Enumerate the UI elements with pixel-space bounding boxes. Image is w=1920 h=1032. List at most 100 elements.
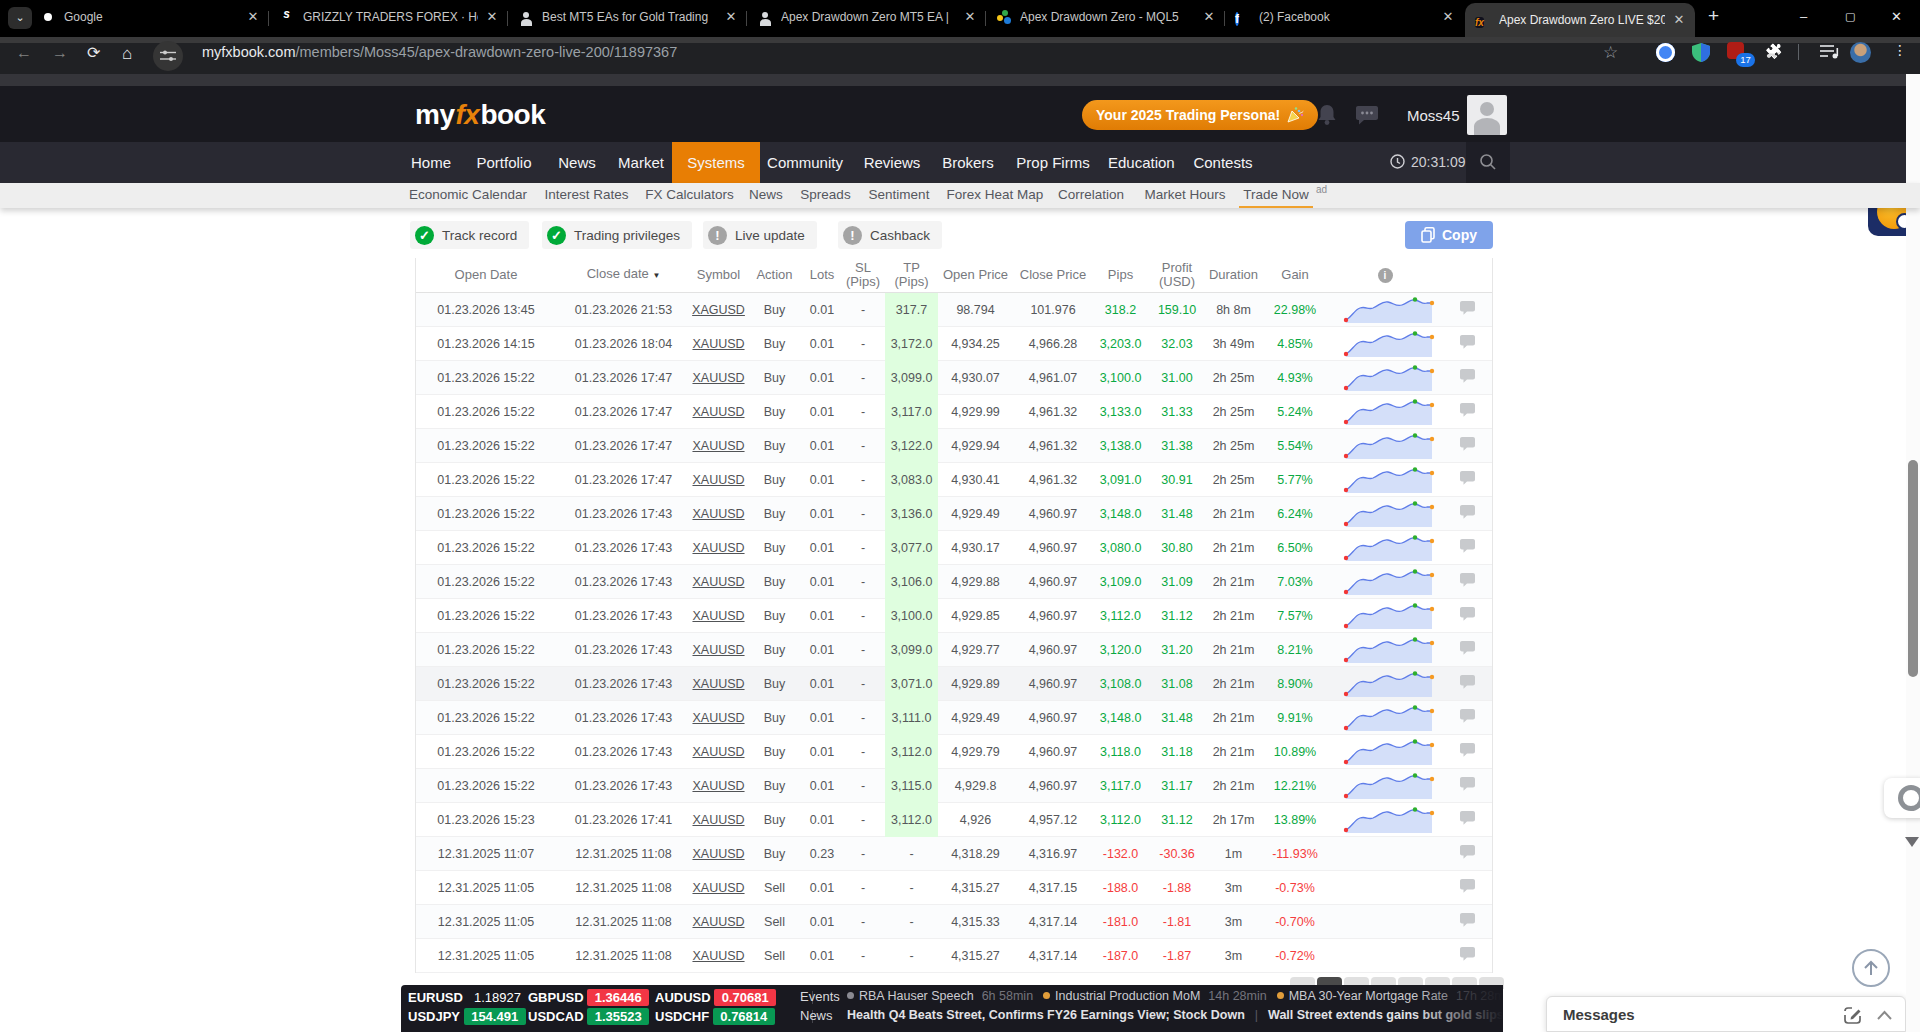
tab-search-button[interactable]: ⌄ <box>8 7 32 29</box>
nav-item-reviews[interactable]: Reviews <box>852 142 932 183</box>
cell-symbol-link[interactable]: XAUUSD <box>691 677 746 691</box>
market-ticker[interactable]: EURUSD 1.18927GBPUSD 1.36446AUDUSD 0.706… <box>401 985 1503 1032</box>
cell-symbol-link[interactable]: XAUUSD <box>691 745 746 759</box>
cell-symbol-link[interactable]: XAUUSD <box>691 711 746 725</box>
comment-icon[interactable] <box>1459 606 1476 622</box>
comment-icon[interactable] <box>1459 810 1476 826</box>
subnav-item-news[interactable]: News <box>743 183 789 208</box>
scrollbar-thumb[interactable] <box>1908 460 1918 677</box>
column-header[interactable]: Action <box>746 268 803 282</box>
subnav-item-interest-rates[interactable]: Interest Rates <box>541 183 632 208</box>
cell-symbol-link[interactable]: XAUUSD <box>691 643 746 657</box>
window-close-button[interactable]: ✕ <box>1891 9 1902 24</box>
cell-symbol-link[interactable]: XAUUSD <box>691 541 746 555</box>
nav-item-systems[interactable]: Systems <box>672 142 760 183</box>
nav-item-home[interactable]: Home <box>400 142 462 183</box>
browser-tab[interactable]: Apex Drawdown Zero - MQL5 ✕ <box>986 0 1225 34</box>
cell-comment[interactable] <box>1441 674 1494 693</box>
site-info-button[interactable] <box>153 41 183 71</box>
window-minimize-button[interactable]: – <box>1800 9 1807 24</box>
subnav-item-market-hours[interactable]: Market Hours <box>1139 183 1231 208</box>
subnav-item-sentiment[interactable]: Sentiment <box>864 183 934 208</box>
cell-comment[interactable] <box>1441 708 1494 727</box>
cell-comment[interactable] <box>1441 436 1494 455</box>
browser-tab[interactable]: fxApex Drawdown Zero LIVE $20✕ <box>1465 3 1695 37</box>
tab-close-icon[interactable]: ✕ <box>1440 9 1456 25</box>
cell-comment[interactable] <box>1441 810 1494 829</box>
cell-symbol-link[interactable]: XAUUSD <box>691 575 746 589</box>
comment-icon[interactable] <box>1459 436 1476 452</box>
nav-item-brokers[interactable]: Brokers <box>938 142 998 183</box>
cell-symbol-link[interactable]: XAUUSD <box>691 881 746 895</box>
cell-comment[interactable] <box>1441 742 1494 761</box>
window-maximize-button[interactable]: ▢ <box>1845 10 1855 23</box>
comment-icon[interactable] <box>1459 538 1476 554</box>
tab-close-icon[interactable]: ✕ <box>962 9 978 25</box>
comment-icon[interactable] <box>1459 470 1476 486</box>
news-headline[interactable]: Health Q4 Beats Street, Confirms FY26 Ea… <box>847 1008 1245 1022</box>
nav-item-prop-firms[interactable]: Prop Firms <box>1004 142 1102 183</box>
cell-symbol-link[interactable]: XAUUSD <box>691 371 746 385</box>
notifications-bell-icon[interactable] <box>1316 103 1338 131</box>
side-widget[interactable] <box>1884 778 1920 818</box>
event-title[interactable]: RBA Hauser Speech <box>859 989 974 1003</box>
scroll-to-top-button[interactable] <box>1852 949 1890 987</box>
column-header[interactable]: Lots <box>803 268 841 282</box>
comment-icon[interactable] <box>1459 844 1476 860</box>
nav-search-button[interactable] <box>1466 142 1510 183</box>
comment-icon[interactable] <box>1459 708 1476 724</box>
browser-tab[interactable]: Google✕ <box>30 0 269 34</box>
cell-symbol-link[interactable]: XAUUSD <box>691 949 746 963</box>
cell-comment[interactable] <box>1441 946 1494 965</box>
cell-symbol-link[interactable]: XAUUSD <box>691 813 746 827</box>
bookmark-star-icon[interactable]: ☆ <box>1603 42 1618 63</box>
comment-icon[interactable] <box>1459 334 1476 350</box>
extensions-puzzle-icon[interactable]: 🧩 <box>1765 43 1782 59</box>
cell-symbol-link[interactable]: XAUUSD <box>691 439 746 453</box>
address-bar[interactable]: myfxbook.com/members/Moss45/apex-drawdow… <box>202 44 677 60</box>
username[interactable]: Moss45 <box>1407 105 1460 127</box>
cell-symbol-link[interactable]: XAUUSD <box>691 609 746 623</box>
new-tab-button[interactable]: + <box>1708 5 1719 27</box>
cell-symbol-link[interactable]: XAGUSD <box>691 303 746 317</box>
column-header[interactable]: Gain <box>1261 268 1329 282</box>
cell-symbol-link[interactable]: XAUUSD <box>691 847 746 861</box>
trading-persona-button[interactable]: Your 2025 Trading Persona! <box>1082 100 1318 130</box>
subnav-item-spreads[interactable]: Spreads <box>796 183 855 208</box>
column-header[interactable]: i <box>1329 268 1441 283</box>
subnav-item-economic-calendar[interactable]: Economic Calendar <box>409 183 527 208</box>
comment-icon[interactable] <box>1459 572 1476 588</box>
column-header[interactable]: Profit (USD) <box>1148 261 1206 289</box>
browser-tab[interactable]: GRIZZLY TRADERS FOREX · Hom✕ <box>269 0 508 34</box>
cell-comment[interactable] <box>1441 504 1494 523</box>
event-title[interactable]: Industrial Production MoM <box>1055 989 1200 1003</box>
tab-close-icon[interactable]: ✕ <box>1671 12 1687 28</box>
cell-comment[interactable] <box>1441 470 1494 489</box>
forward-button[interactable]: → <box>52 44 68 62</box>
cell-symbol-link[interactable]: XAUUSD <box>691 405 746 419</box>
cell-comment[interactable] <box>1441 640 1494 659</box>
cell-symbol-link[interactable]: XAUUSD <box>691 507 746 521</box>
tab-close-icon[interactable]: ✕ <box>723 9 739 25</box>
shield-extension-icon[interactable] <box>1692 43 1710 66</box>
comment-icon[interactable] <box>1459 742 1476 758</box>
comment-icon[interactable] <box>1459 878 1476 894</box>
compose-icon[interactable] <box>1843 1006 1862 1025</box>
messages-panel[interactable]: Messages <box>1546 996 1906 1032</box>
collapse-chevron-icon[interactable] <box>1877 1010 1892 1020</box>
comment-icon[interactable] <box>1459 674 1476 690</box>
column-header[interactable]: Close date ▼ <box>556 267 691 283</box>
comment-icon[interactable] <box>1459 912 1476 928</box>
nav-item-news[interactable]: News <box>546 142 608 183</box>
extension-icon-1[interactable] <box>1656 43 1675 62</box>
cell-symbol-link[interactable]: XAUUSD <box>691 779 746 793</box>
comment-icon[interactable] <box>1459 300 1476 316</box>
comment-icon[interactable] <box>1459 402 1476 418</box>
cell-comment[interactable] <box>1441 606 1494 625</box>
comment-icon[interactable] <box>1459 640 1476 656</box>
cell-comment[interactable] <box>1441 300 1494 319</box>
column-header[interactable]: SL (Pips) <box>841 261 885 289</box>
browser-menu-icon[interactable]: ⋮ <box>1893 42 1907 58</box>
nav-item-contests[interactable]: Contests <box>1184 142 1262 183</box>
info-icon[interactable]: i <box>1378 268 1393 283</box>
